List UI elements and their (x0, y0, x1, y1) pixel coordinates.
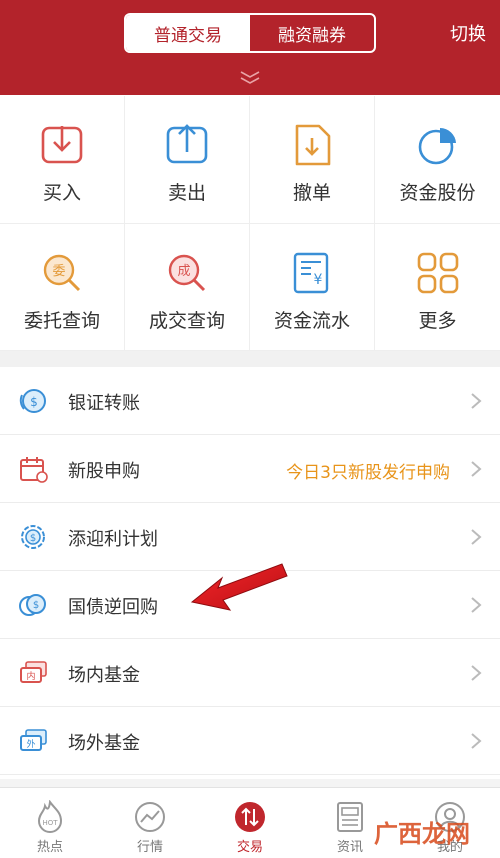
cancel-order-icon (295, 124, 331, 166)
deal-query-icon: 成 (168, 254, 206, 291)
grid-item-label: 更多 (418, 309, 457, 332)
svg-text:外: 外 (26, 738, 35, 750)
news-icon (337, 802, 363, 832)
chevron-right-icon (471, 597, 482, 613)
trade-icon (235, 802, 265, 832)
list-item-label: 场内基金 (68, 665, 140, 686)
plan-coin-icon: $ (21, 525, 45, 549)
svg-text:内: 内 (26, 670, 35, 682)
list-item-offsite-fund[interactable]: 外 场外基金 (0, 707, 500, 775)
ipo-notice-text: 今日3只新股发行申购 (286, 463, 450, 483)
tab-label: 交易 (236, 840, 263, 855)
function-grid: 买入 卖出 撤单 资金股份 委 委托查询 成 成交查询 ¥ 资金流水 更多 (0, 96, 500, 351)
list-item-label: 添迎利计划 (68, 529, 158, 550)
ipo-calendar-icon (20, 457, 48, 483)
header-bar: 普通交易 融资融券 切换 (0, 0, 500, 95)
onsite-fund-icon: 内 (20, 661, 47, 683)
svg-text:$: $ (30, 395, 38, 409)
chevron-right-icon (471, 665, 482, 681)
list-item-label: 银证转账 (68, 393, 140, 414)
chevron-right-icon (471, 529, 482, 545)
tab-hot[interactable]: HOT 热点 (0, 788, 100, 858)
bank-transfer-icon: $ (19, 389, 46, 413)
tab-market[interactable]: 行情 (100, 788, 200, 858)
list-item-label: 新股申购 (68, 461, 140, 482)
grid-item-label: 资金股份 (399, 182, 476, 204)
list-item-label: 场外基金 (68, 733, 140, 754)
grid-item-label: 卖出 (167, 182, 206, 204)
list-item-ipo[interactable]: 新股申购 今日3只新股发行申购 (0, 435, 500, 503)
list-item-bank-transfer[interactable]: $ 银证转账 (0, 367, 500, 435)
chevron-right-icon (471, 733, 482, 749)
grid-item-label: 撤单 (292, 182, 331, 204)
chevron-right-icon (471, 393, 482, 409)
buy-icon (41, 126, 83, 164)
svg-text:委: 委 (52, 264, 65, 279)
grid-item-label: 买入 (42, 182, 81, 204)
order-query-icon: 委 (43, 254, 81, 291)
grid-item-cancel-order[interactable]: 撤单 (250, 96, 375, 224)
fund-flow-icon: ¥ (293, 252, 329, 293)
chevron-right-icon (471, 461, 482, 477)
funds-shares-icon (418, 127, 456, 165)
hot-icon: HOT (37, 800, 63, 833)
grid-item-order-query[interactable]: 委 委托查询 (0, 223, 125, 351)
list-item-onsite-fund[interactable]: 内 场内基金 (0, 639, 500, 707)
grid-item-sell[interactable]: 卖出 (125, 96, 250, 224)
grid-item-buy[interactable]: 买入 (0, 96, 125, 224)
chevron-down-icon[interactable] (238, 68, 262, 86)
grid-item-label: 资金流水 (273, 309, 350, 332)
svg-text:$: $ (30, 533, 36, 544)
grid-item-fund-flow[interactable]: ¥ 资金流水 (250, 223, 375, 351)
tab-trade[interactable]: 交易 (200, 788, 300, 858)
grid-item-deal-query[interactable]: 成 成交查询 (125, 223, 250, 351)
section-divider (0, 351, 500, 367)
tab-normal-trade[interactable]: 普通交易 (126, 15, 250, 51)
sell-icon (166, 124, 208, 164)
grid-item-label: 委托查询 (23, 309, 100, 332)
bond-repo-icon: $ (19, 594, 46, 616)
more-icon (417, 252, 458, 293)
tab-margin-trade[interactable]: 融资融券 (250, 15, 374, 51)
trade-type-segmented-control: 普通交易 融资融券 (124, 13, 376, 53)
annotation-arrow-icon (190, 563, 288, 611)
tab-label: 热点 (36, 840, 63, 855)
market-icon (135, 802, 165, 832)
list-item-label: 国债逆回购 (68, 597, 158, 618)
switch-account-button[interactable]: 切换 (450, 20, 486, 46)
grid-item-more[interactable]: 更多 (375, 224, 500, 351)
section-divider (0, 779, 500, 787)
svg-text:¥: ¥ (314, 272, 323, 288)
offsite-fund-icon: 外 (20, 729, 47, 751)
grid-item-label: 成交查询 (148, 309, 225, 332)
watermark-text: 广西龙网 (374, 820, 470, 848)
svg-text:HOT: HOT (42, 819, 58, 827)
svg-text:成: 成 (177, 264, 190, 279)
grid-item-funds-shares[interactable]: 资金股份 (375, 96, 500, 224)
tab-label: 行情 (136, 840, 163, 855)
svg-text:$: $ (33, 600, 39, 611)
